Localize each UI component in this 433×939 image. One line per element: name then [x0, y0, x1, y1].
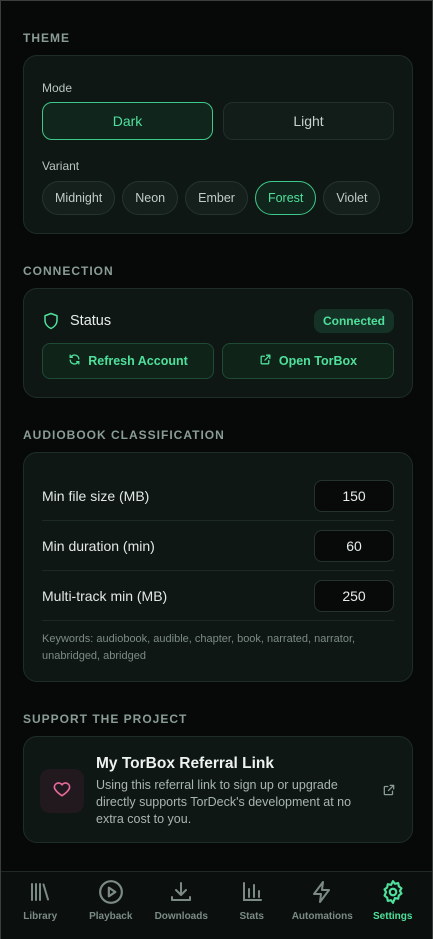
- external-link-icon: [259, 353, 272, 369]
- nav-stats-label: Stats: [239, 911, 264, 922]
- nav-library-label: Library: [23, 911, 58, 922]
- mode-light-button[interactable]: Light: [223, 102, 394, 140]
- nav-stats[interactable]: Stats: [218, 878, 286, 939]
- variant-violet-chip[interactable]: Violet: [323, 181, 381, 215]
- play-circle-icon: [97, 878, 125, 906]
- heart-icon-box: [40, 769, 84, 813]
- status-row: Status Connected: [42, 309, 394, 333]
- support-section-title: SUPPORT THE PROJECT: [23, 712, 188, 726]
- refresh-account-button[interactable]: Refresh Account: [42, 343, 214, 379]
- keywords-text: Keywords: audiobook, audible, chapter, b…: [42, 633, 356, 662]
- heart-icon: [52, 779, 72, 804]
- nav-automations[interactable]: Automations: [288, 878, 356, 939]
- theme-card: Mode Dark Light Variant Midnight Neon Em…: [23, 55, 413, 234]
- mode-dark-button[interactable]: Dark: [42, 102, 213, 140]
- min-file-size-input[interactable]: 150: [314, 479, 394, 512]
- multi-track-min-label: Multi-track min (MB): [42, 587, 168, 604]
- external-link-icon[interactable]: [382, 783, 396, 802]
- multi-track-min-row: Multi-track min (MB) 250: [42, 571, 394, 621]
- gear-icon: [379, 878, 407, 906]
- min-duration-row: Min duration (min) 60: [42, 521, 394, 571]
- lightning-icon: [308, 878, 336, 906]
- nav-playback-label: Playback: [89, 911, 133, 922]
- nav-automations-label: Automations: [291, 911, 353, 922]
- min-file-size-row: Min file size (MB) 150: [42, 471, 394, 521]
- variant-neon-chip[interactable]: Neon: [122, 181, 179, 215]
- audiobook-section-title: AUDIOBOOK CLASSIFICATION: [23, 428, 225, 442]
- variant-forest-chip[interactable]: Forest: [254, 181, 317, 215]
- mode-label: Mode: [42, 81, 73, 95]
- shield-icon: [42, 312, 60, 330]
- referral-description: Using this referral link to sign up or u…: [96, 778, 352, 826]
- library-icon: [26, 878, 54, 906]
- nav-downloads-label: Downloads: [154, 911, 208, 922]
- status-label: Status: [70, 313, 112, 329]
- open-torbox-button[interactable]: Open TorBox: [222, 343, 394, 379]
- refresh-account-label: Refresh Account: [88, 354, 188, 368]
- open-torbox-label: Open TorBox: [278, 354, 358, 368]
- connected-badge: Connected: [313, 309, 394, 333]
- min-file-size-label: Min file size (MB): [42, 487, 150, 504]
- theme-section-title: THEME: [23, 31, 70, 45]
- variant-midnight-chip[interactable]: Midnight: [42, 181, 116, 215]
- referral-title: My TorBox Referral Link: [96, 755, 275, 772]
- multi-track-min-input[interactable]: 250: [314, 579, 394, 612]
- nav-downloads[interactable]: Downloads: [147, 878, 215, 939]
- variant-chips: Midnight Neon Ember Forest Violet: [42, 181, 381, 215]
- connection-card: Status Connected Refresh Account Open To…: [23, 288, 413, 398]
- connection-section-title: CONNECTION: [23, 264, 114, 278]
- nav-library[interactable]: Library: [6, 878, 74, 939]
- audiobook-card: Min file size (MB) 150 Min duration (min…: [23, 452, 413, 682]
- variant-label: Variant: [42, 159, 80, 173]
- nav-settings-label: Settings: [373, 911, 413, 922]
- download-icon: [167, 878, 195, 906]
- variant-ember-chip[interactable]: Ember: [185, 181, 248, 215]
- nav-settings[interactable]: Settings: [359, 878, 427, 939]
- refresh-icon: [68, 353, 81, 369]
- min-duration-label: Min duration (min): [42, 537, 155, 554]
- nav-playback[interactable]: Playback: [77, 878, 145, 939]
- referral-card[interactable]: My TorBox Referral Link Using this refer…: [23, 736, 413, 843]
- min-duration-input[interactable]: 60: [314, 529, 394, 562]
- bottom-nav: Library Playback Downloads Stats Automat…: [1, 871, 432, 939]
- bar-chart-icon: [238, 878, 266, 906]
